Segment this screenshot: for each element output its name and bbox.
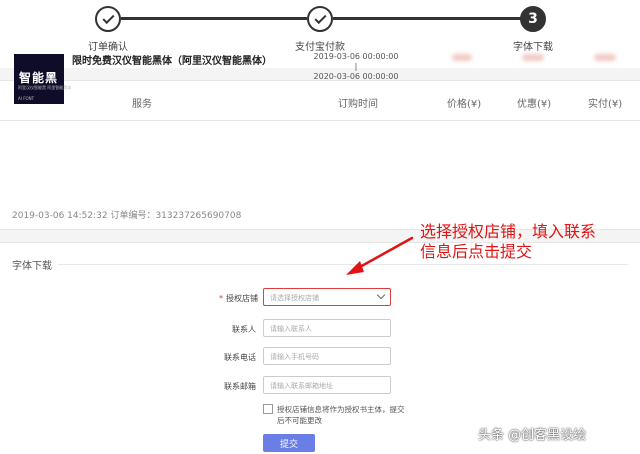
annotation-line-1: 选择授权店铺，填入联系: [420, 222, 597, 241]
annotation-line-2: 信息后点击提交: [420, 242, 533, 261]
annotation-text: 选择授权店铺，填入联系 信息后点击提交: [420, 222, 596, 262]
watermark: 头条 @创客黑设绘: [478, 428, 587, 443]
